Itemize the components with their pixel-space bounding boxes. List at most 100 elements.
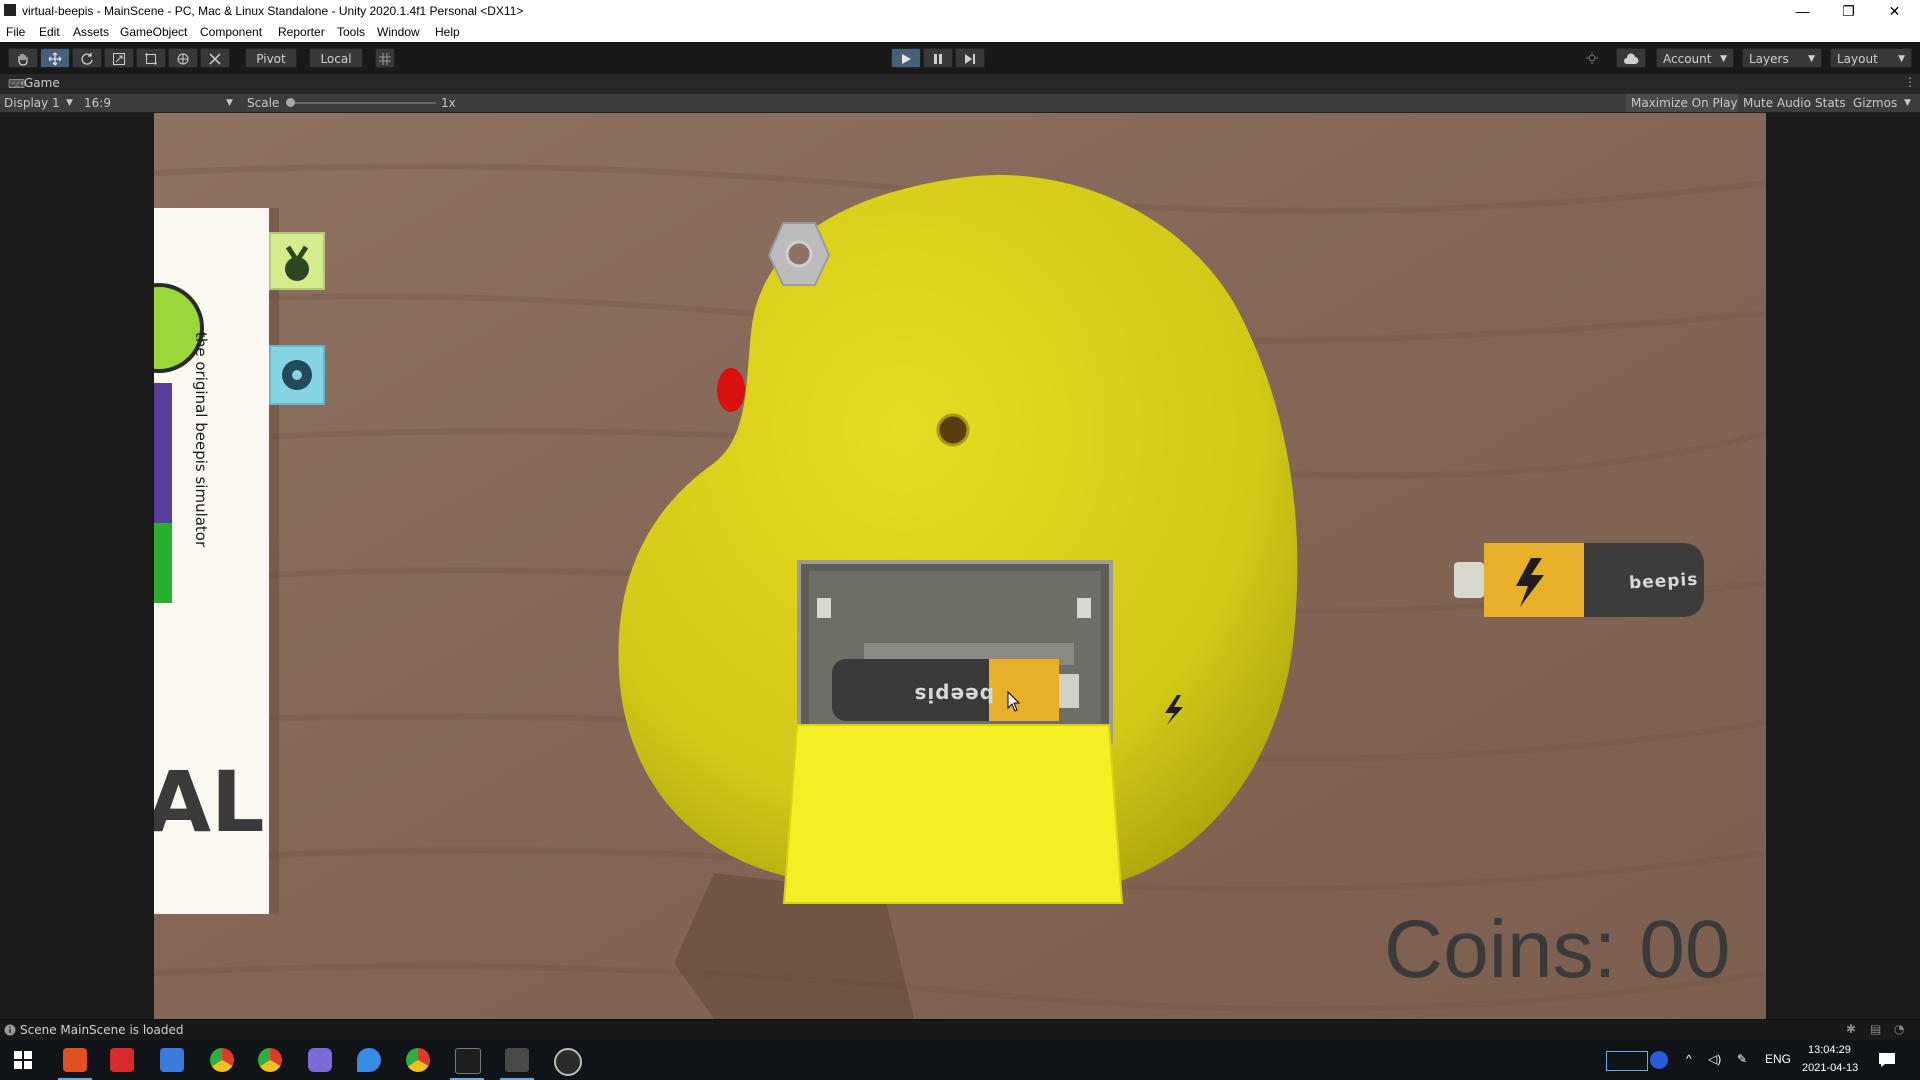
rect-icon: [145, 53, 157, 65]
chevron-down-icon: ▼: [1808, 54, 1815, 64]
game-scene: [154, 113, 1766, 1019]
mute-audio-toggle[interactable]: Mute Audio: [1743, 96, 1811, 110]
transform-tool-button[interactable]: [168, 48, 198, 68]
card-art-green: [154, 523, 172, 603]
game-tab[interactable]: Game: [24, 76, 60, 90]
unity-app-icon[interactable]: [455, 1048, 481, 1074]
menu-window[interactable]: Window: [377, 25, 420, 39]
rect-tool-button[interactable]: [136, 48, 166, 68]
language-indicator[interactable]: ENG: [1765, 1052, 1791, 1066]
chrome-app-icon[interactable]: [210, 1048, 234, 1072]
chevron-down-icon: ▼: [1904, 98, 1911, 108]
rotate-tool-button[interactable]: [72, 48, 102, 68]
menu-assets[interactable]: Assets: [73, 25, 109, 39]
scale-value: 1x: [441, 96, 456, 110]
mouse-cursor-icon: [1007, 691, 1021, 712]
tray-circle-icon[interactable]: [1650, 1051, 1668, 1069]
hand-icon: [18, 54, 28, 66]
snip-app-icon[interactable]: [505, 1048, 529, 1072]
gamepad-icon: ⌨: [8, 77, 26, 91]
menu-edit[interactable]: Edit: [39, 25, 60, 39]
menu-gameobject[interactable]: GameObject: [120, 25, 187, 39]
notifications-icon[interactable]: [1878, 1052, 1896, 1068]
account-dropdown[interactable]: Account ▼: [1656, 48, 1734, 68]
custom-tool-button[interactable]: [200, 48, 230, 68]
xampp-app-icon[interactable]: [63, 1048, 87, 1072]
window-title-bar: virtual-beepis - MainScene - PC, Mac & L…: [0, 0, 1920, 22]
pivot-toggle-button[interactable]: Pivot: [245, 48, 297, 68]
chevron-down-icon: ▼: [1720, 54, 1727, 64]
display-dropdown[interactable]: Display 1: [4, 96, 60, 110]
menu-reporter[interactable]: Reporter: [278, 25, 325, 39]
layout-dropdown[interactable]: Layout ▼: [1830, 48, 1912, 68]
tray-chevron-icon[interactable]: ^: [1686, 1052, 1692, 1066]
discord-app-icon[interactable]: [308, 1048, 332, 1072]
collab-button[interactable]: [1580, 48, 1604, 68]
main-toolbar: Pivot Local Account ▼ Layers ▼ Layout ▼: [0, 42, 1920, 74]
step-button[interactable]: [955, 48, 985, 68]
drop-app-icon[interactable]: [357, 1048, 381, 1072]
move-tool-button[interactable]: [40, 48, 70, 68]
card-tagline: the original beepis simulator: [192, 332, 210, 548]
unity-app-icon: [4, 4, 16, 16]
aspect-dropdown[interactable]: 16:9: [84, 96, 111, 110]
info-icon: [4, 1024, 16, 1036]
game-viewport[interactable]: beepis beepis the original beepis simula…: [154, 113, 1766, 1019]
game-card-shadow: [269, 208, 279, 914]
windows-start-icon[interactable]: [14, 1051, 32, 1069]
game-view-toolbar: Display 1 ▼ 16:9 ▼ Scale 1x Maximize On …: [0, 94, 1920, 113]
scale-slider-track[interactable]: [288, 102, 436, 104]
scale-tool-button[interactable]: [104, 48, 134, 68]
account-label: Account: [1663, 52, 1712, 66]
chrome-app-icon[interactable]: [406, 1048, 430, 1072]
close-button[interactable]: ✕: [1872, 0, 1917, 22]
bug-icon[interactable]: ✱: [1846, 1022, 1856, 1036]
contact-tl: [817, 598, 831, 618]
cache-icon[interactable]: ▤: [1870, 1022, 1881, 1036]
play-button[interactable]: [891, 48, 921, 68]
clock-date[interactable]: 2021-04-13: [1802, 1062, 1858, 1074]
scale-slider-handle[interactable]: [286, 98, 295, 107]
explorer-app-icon[interactable]: [160, 1048, 184, 1072]
minimize-button[interactable]: —: [1780, 0, 1825, 22]
check-icon[interactable]: ◔: [1894, 1022, 1904, 1036]
rotate-icon: [81, 53, 93, 65]
beepis-hole: [936, 413, 970, 447]
volume-icon[interactable]: ◁): [1708, 1052, 1721, 1066]
menu-component[interactable]: Component: [200, 25, 262, 39]
menu-help[interactable]: Help: [435, 25, 460, 39]
clock-time[interactable]: 13:04:29: [1808, 1044, 1851, 1056]
inserted-battery-label: beepis: [913, 683, 994, 707]
gizmos-toggle[interactable]: Gizmos: [1853, 96, 1897, 110]
todoist-app-icon[interactable]: [110, 1048, 134, 1072]
menu-file[interactable]: File: [6, 25, 25, 39]
pen-icon[interactable]: ✎: [1737, 1052, 1747, 1066]
pause-button[interactable]: [923, 48, 953, 68]
local-label: Local: [320, 52, 352, 66]
layers-dropdown[interactable]: Layers ▼: [1742, 48, 1822, 68]
gear-icon-hole: [292, 370, 302, 380]
beepis-red-button[interactable]: [717, 368, 745, 412]
chevron-down-icon: ▼: [66, 98, 73, 108]
stats-toggle[interactable]: Stats: [1815, 96, 1846, 110]
grid-snap-button[interactable]: [375, 48, 395, 68]
status-message[interactable]: Scene MainScene is loaded: [20, 1023, 184, 1037]
maximize-on-play-toggle[interactable]: Maximize On Play: [1631, 96, 1738, 110]
play-icon: [902, 54, 911, 64]
loose-battery-terminal: [1454, 562, 1484, 598]
obs-app-icon[interactable]: [554, 1048, 582, 1076]
status-bar: Scene MainScene is loaded ✱ ▤ ◔: [0, 1019, 1920, 1040]
coins-counter: Coins: 00: [1384, 904, 1731, 995]
menu-tools[interactable]: Tools: [337, 25, 365, 39]
pause-icon: [934, 54, 942, 64]
compartment-door[interactable]: [782, 724, 1124, 904]
cloud-button[interactable]: [1616, 48, 1646, 68]
perf-meter-icon[interactable]: [1606, 1051, 1648, 1071]
chrome-app-icon[interactable]: [258, 1048, 282, 1072]
menu-bar: File Edit Assets GameObject Component Re…: [0, 22, 1920, 42]
restore-button[interactable]: ❐: [1826, 0, 1871, 22]
hand-tool-button[interactable]: [8, 48, 38, 68]
transform-icon: [177, 53, 189, 65]
local-toggle-button[interactable]: Local: [309, 48, 363, 68]
more-options-icon[interactable]: ⋮: [1904, 75, 1916, 89]
